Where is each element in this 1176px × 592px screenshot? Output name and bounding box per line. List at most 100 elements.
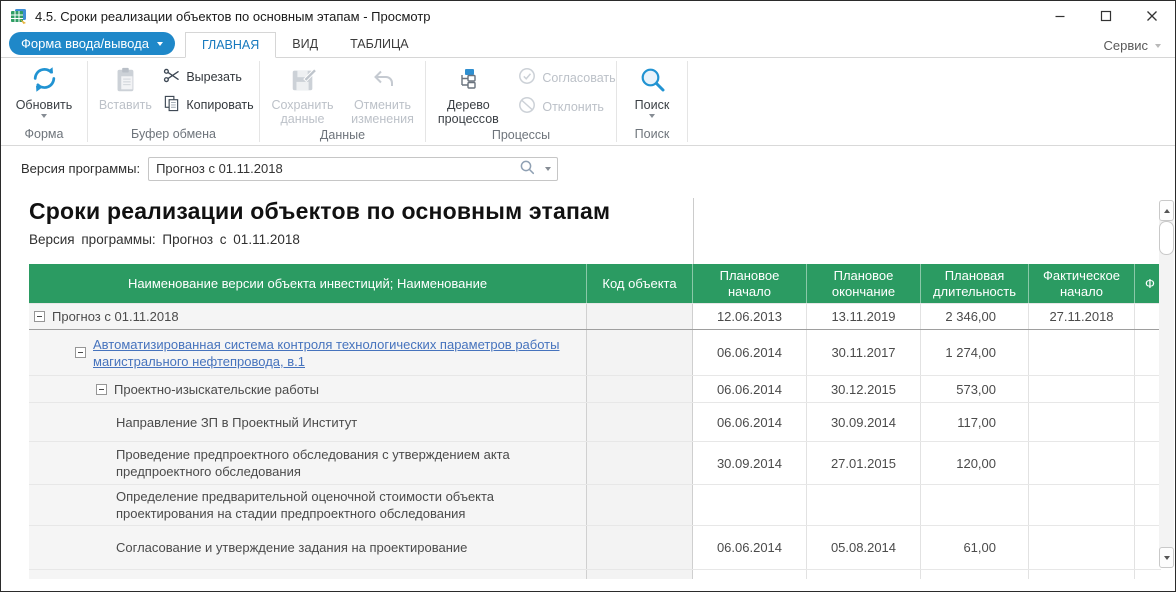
report-table: Наименование версии объекта инвестиций; … bbox=[29, 264, 1161, 579]
maximize-button[interactable] bbox=[1083, 1, 1129, 31]
vertical-scrollbar[interactable] bbox=[1159, 200, 1174, 568]
approve-button[interactable]: Согласовать bbox=[518, 67, 616, 88]
service-menu[interactable]: Сервис bbox=[1103, 38, 1161, 53]
arrow-up-icon bbox=[1163, 208, 1170, 213]
row-plan-start: 06.06.2014 bbox=[693, 526, 807, 569]
column-header-fact-start[interactable]: Фактическое начало bbox=[1029, 264, 1135, 303]
table-row[interactable]: Проектно-изыскательские работы 06.06.201… bbox=[29, 375, 1161, 402]
tab-home[interactable]: ГЛАВНАЯ bbox=[184, 32, 277, 58]
app-icon bbox=[10, 7, 28, 25]
table-row[interactable]: Прогноз с 01.11.2018 12.06.2013 13.11.20… bbox=[29, 303, 1161, 329]
row-fact-start bbox=[1029, 403, 1135, 441]
search-label: Поиск bbox=[634, 98, 670, 112]
row-clipped-cell bbox=[1135, 376, 1161, 402]
object-link[interactable]: Автоматизированная система контроля техн… bbox=[93, 336, 576, 370]
row-plan-duration: 120,00 bbox=[921, 442, 1029, 484]
lookup-search-icon[interactable] bbox=[519, 159, 536, 179]
table-row[interactable]: Проведение предпроектного обследования с… bbox=[29, 441, 1161, 484]
version-label: Версия программы: bbox=[21, 161, 141, 176]
chevron-down-icon bbox=[649, 114, 655, 118]
paste-button[interactable]: Вставить bbox=[93, 58, 157, 125]
column-header-plan-start[interactable]: Плановое начало bbox=[693, 264, 807, 303]
save-label: Сохранить данные bbox=[271, 98, 334, 126]
row-plan-end: 13.11.2019 bbox=[807, 304, 921, 329]
ribbon-group-data: Сохранить данные Отменить изменения Данн… bbox=[260, 58, 425, 145]
chevron-down-icon bbox=[156, 41, 163, 46]
collapse-toggle-icon[interactable] bbox=[75, 347, 86, 358]
table-row[interactable]: Определение предварительной оценочной ст… bbox=[29, 484, 1161, 525]
copy-button[interactable]: Копировать bbox=[163, 95, 254, 115]
row-name: Согласование и утверждение задания на пр… bbox=[116, 540, 468, 555]
close-button[interactable] bbox=[1129, 1, 1175, 31]
undo-icon bbox=[370, 63, 396, 96]
scroll-up-button[interactable] bbox=[1159, 200, 1174, 221]
row-plan-duration: 573,00 bbox=[921, 376, 1029, 402]
process-tree-label: Дерево процессов bbox=[437, 98, 499, 126]
scissors-icon bbox=[163, 67, 180, 87]
scroll-down-button[interactable] bbox=[1159, 547, 1174, 568]
combo-dropdown-icon[interactable] bbox=[545, 166, 552, 171]
ribbon-group-search: Поиск Поиск bbox=[617, 58, 687, 145]
process-tree-button[interactable]: Дерево процессов bbox=[426, 58, 510, 126]
row-fact-start bbox=[1029, 485, 1135, 525]
row-clipped-cell bbox=[1135, 304, 1161, 329]
approve-check-icon bbox=[518, 67, 536, 88]
row-name: Проведение предпроектного обследования с… bbox=[116, 447, 510, 479]
column-header-clipped[interactable]: Ф bbox=[1135, 264, 1161, 303]
row-name: Прогноз с 01.11.2018 bbox=[52, 309, 179, 324]
row-plan-end: 05.08.2014 bbox=[807, 526, 921, 569]
refresh-button[interactable]: Обновить bbox=[9, 58, 79, 125]
row-code bbox=[587, 442, 693, 484]
column-header-plan-end[interactable]: Плановое окончание bbox=[807, 264, 921, 303]
row-name: Определение предварительной оценочной ст… bbox=[116, 489, 495, 521]
row-clipped-cell bbox=[1135, 403, 1161, 441]
ribbon-tab-bar: Форма ввода/вывода ГЛАВНАЯ ВИД ТАБЛИЦА С… bbox=[1, 31, 1175, 58]
column-header-name[interactable]: Наименование версии объекта инвестиций; … bbox=[29, 264, 587, 303]
save-data-button[interactable]: Сохранить данные bbox=[265, 58, 341, 126]
ribbon-group-form: Обновить Форма bbox=[1, 58, 87, 145]
tab-table-label: ТАБЛИЦА bbox=[350, 37, 409, 51]
row-plan-duration: 117,00 bbox=[921, 403, 1029, 441]
version-combo bbox=[148, 156, 559, 181]
row-plan-start bbox=[693, 485, 807, 525]
tab-table[interactable]: ТАБЛИЦА bbox=[334, 31, 425, 57]
vertical-scroll-thumb[interactable] bbox=[1159, 221, 1174, 255]
row-code bbox=[587, 330, 693, 375]
row-plan-end: 30.09.2014 bbox=[807, 403, 921, 441]
collapse-toggle-icon[interactable] bbox=[34, 311, 45, 322]
row-plan-duration bbox=[921, 485, 1029, 525]
chevron-down-icon bbox=[1155, 43, 1161, 48]
version-input[interactable] bbox=[148, 156, 559, 181]
collapse-toggle-icon[interactable] bbox=[96, 383, 107, 395]
cut-button[interactable]: Вырезать bbox=[163, 67, 253, 87]
form-io-menu-button[interactable]: Форма ввода/вывода bbox=[9, 32, 175, 55]
minimize-button[interactable] bbox=[1037, 1, 1083, 31]
row-plan-duration: 2 346,00 bbox=[921, 304, 1029, 329]
frozen-column-divider bbox=[693, 198, 694, 264]
row-plan-end: 30.12.2015 bbox=[807, 376, 921, 402]
tab-view-label: ВИД bbox=[292, 37, 319, 51]
table-row[interactable]: Автоматизированная система контроля техн… bbox=[29, 329, 1161, 375]
row-plan-end: 27.01.2015 bbox=[807, 442, 921, 484]
table-row-partial bbox=[29, 569, 1161, 579]
column-header-code[interactable]: Код объекта bbox=[587, 264, 693, 303]
undo-changes-button[interactable]: Отменить изменения bbox=[345, 58, 421, 126]
row-clipped-cell bbox=[1135, 485, 1161, 525]
row-plan-duration: 1 274,00 bbox=[921, 330, 1029, 375]
paste-icon bbox=[111, 63, 139, 96]
table-row[interactable]: Направление ЗП в Проектный Институт 06.0… bbox=[29, 402, 1161, 441]
row-plan-start: 30.09.2014 bbox=[693, 442, 807, 484]
search-button[interactable]: Поиск bbox=[620, 58, 684, 125]
row-fact-start: 27.11.2018 bbox=[1029, 304, 1135, 329]
tab-view[interactable]: ВИД bbox=[276, 31, 334, 57]
tab-home-label: ГЛАВНАЯ bbox=[201, 38, 260, 52]
ribbon-group-processes: Дерево процессов Согласовать Отклонить П… bbox=[426, 58, 616, 145]
row-fact-start bbox=[1029, 330, 1135, 375]
row-name: Проектно-изыскательские работы bbox=[114, 381, 319, 397]
row-plan-end: 30.11.2017 bbox=[807, 330, 921, 375]
service-menu-label: Сервис bbox=[1103, 38, 1148, 53]
column-header-plan-duration[interactable]: Плановая длительность bbox=[921, 264, 1029, 303]
reject-slash-icon bbox=[518, 96, 536, 117]
reject-button[interactable]: Отклонить bbox=[518, 96, 615, 117]
table-row[interactable]: Согласование и утверждение задания на пр… bbox=[29, 525, 1161, 569]
